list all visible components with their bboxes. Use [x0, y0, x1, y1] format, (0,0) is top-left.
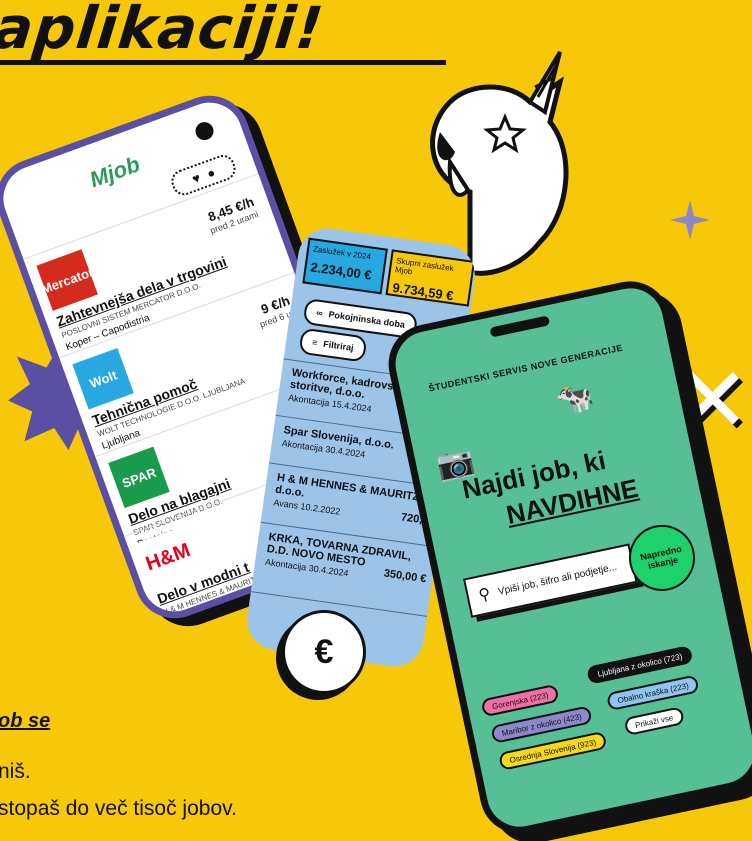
pension-label: Pokojninska doba: [327, 309, 406, 330]
earnings-amount: 2.234,00 €: [309, 259, 373, 283]
body-line: stopaš do več tisoč jobov.: [0, 797, 237, 820]
total-label: Skupni zaslužek Mjob: [394, 256, 455, 277]
filter-button[interactable]: ≡ Filtriraj: [298, 327, 368, 363]
total-earnings-card: Skupni zaslužek Mjob 9.734,59 €: [385, 249, 476, 307]
heart-icon[interactable]: ♥: [190, 169, 202, 186]
cow-icon: 🐄: [553, 379, 597, 420]
camera-icon: [192, 119, 217, 143]
total-amount: 9.734,59 €: [391, 279, 455, 304]
glasses-icon: ∞: [315, 307, 324, 319]
section-heading: ob se: [0, 710, 51, 732]
show-all-chip[interactable]: Prikaži vse: [623, 706, 685, 737]
region-chip[interactable]: Gorenjska (223): [480, 683, 560, 718]
circle-icon[interactable]: ●: [205, 164, 218, 181]
filter-icon: ≡: [311, 337, 319, 348]
headline-underline: [0, 60, 446, 65]
euro-coin-icon: €: [282, 610, 366, 694]
region-chip[interactable]: Obalno kraška (223): [605, 674, 701, 712]
search-icon: ⚲: [477, 585, 493, 605]
advanced-search-button[interactable]: Napredno iskanje: [622, 518, 702, 598]
phone-notch: [489, 315, 551, 338]
filter-label: Filtriraj: [322, 338, 355, 353]
search-input[interactable]: ⚲ Vpiši job, šifro ali podjetje...: [462, 543, 638, 618]
sparkle-star-icon: [670, 200, 710, 240]
earnings-card: Zaslužek v 2024 2.234,00 €: [302, 237, 388, 295]
search-placeholder: Vpiši job, šifro ali podjetje...: [497, 561, 618, 598]
headline: aplikaciji!: [0, 0, 328, 62]
payment-row[interactable]: KRKA, TOVARNA ZDRAVIL, D.D. NOVO MESTO A…: [264, 531, 427, 589]
body-line: niš.: [0, 760, 31, 783]
tagline: ŠTUDENTSKI SERVIS NOVE GENERACIJE: [427, 342, 624, 394]
mjob-logo: Mjob: [86, 151, 144, 193]
